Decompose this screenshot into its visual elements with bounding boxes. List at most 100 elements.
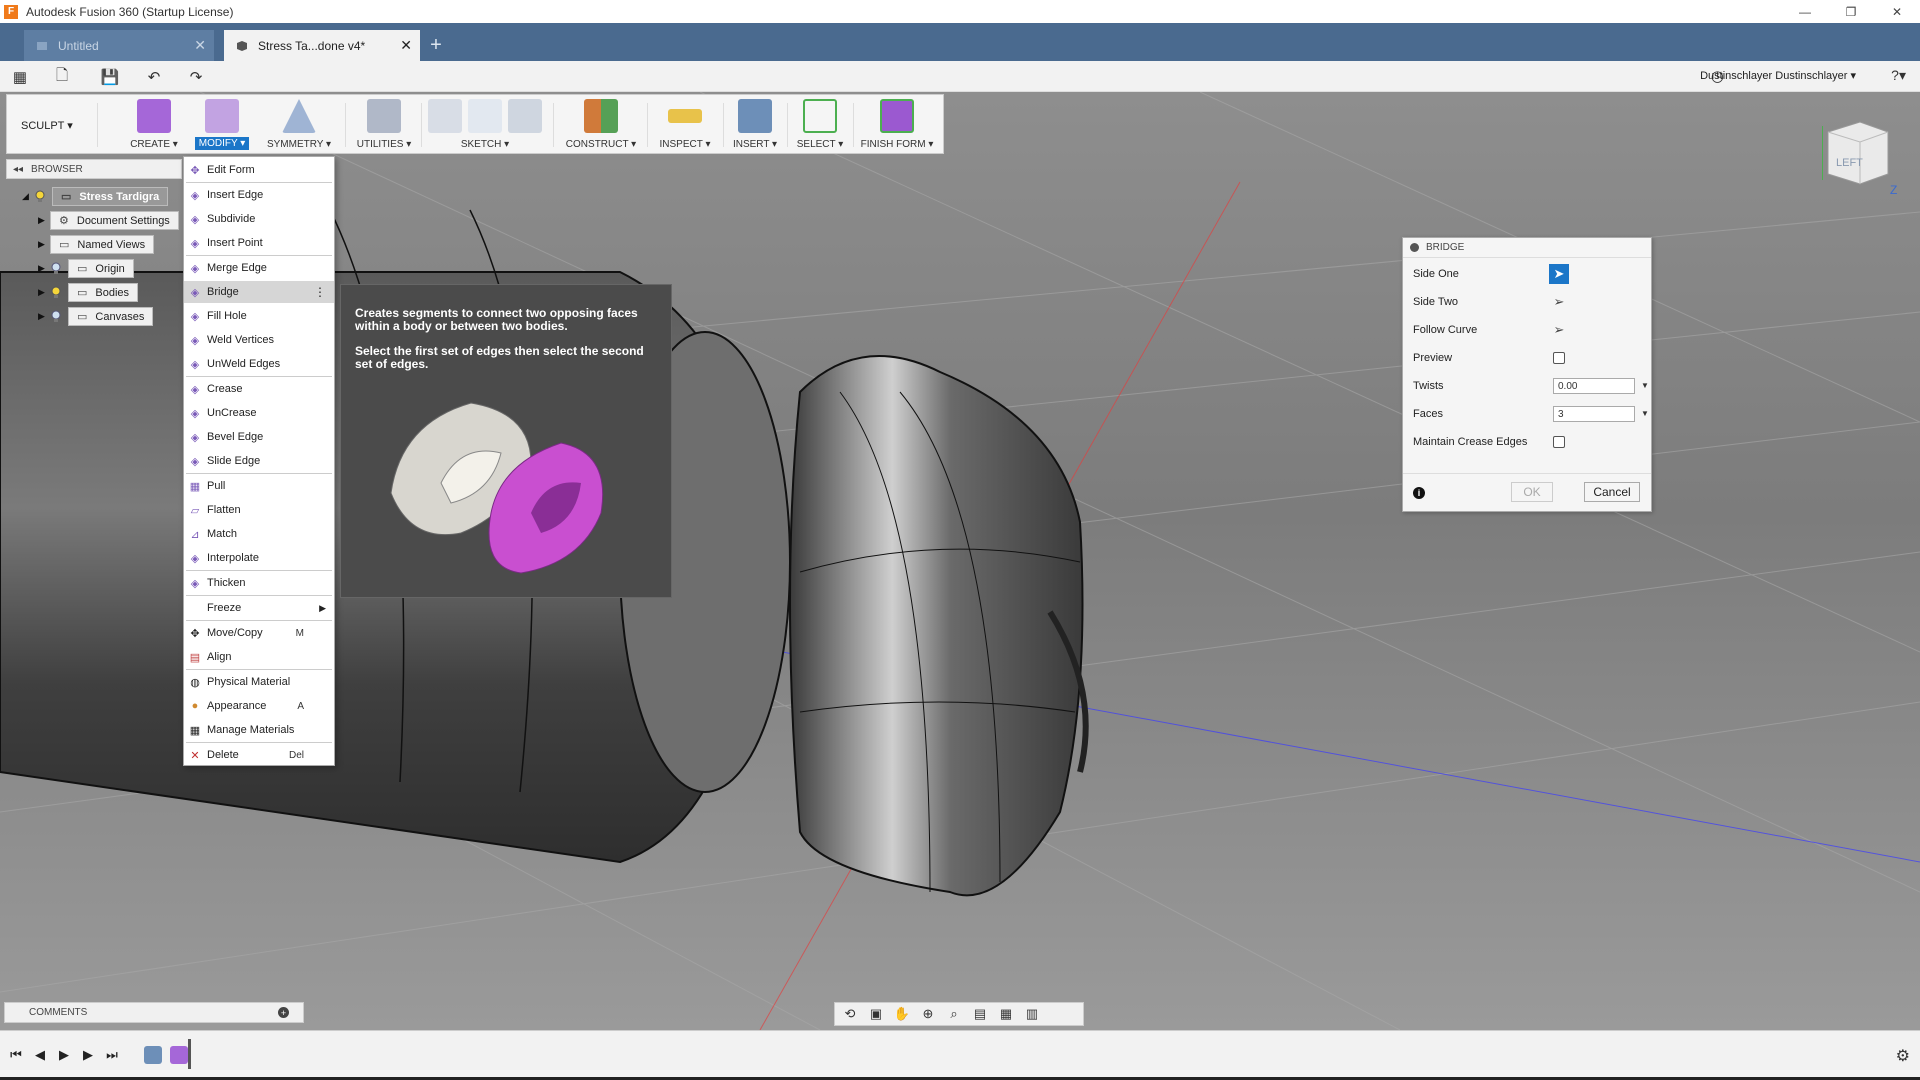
select-group[interactable]: SELECT ▾ (787, 95, 853, 153)
expand-arrow-icon[interactable]: ▶ (38, 287, 50, 298)
collapse-arrow-icon[interactable]: ◢ (22, 191, 34, 202)
comments-panel[interactable]: COMMENTS + (4, 1002, 304, 1023)
maintain-crease-checkbox[interactable] (1553, 436, 1565, 448)
menu-item-appearance[interactable]: ● Appearance A (184, 695, 334, 717)
symmetry-group[interactable]: SYMMETRY ▾ (257, 95, 341, 153)
finish-form-group[interactable]: FINISH FORM ▾ (853, 95, 941, 153)
info-icon[interactable]: i (1413, 487, 1425, 499)
browser-item-root[interactable]: ◢ ▭ Stress Tardigra (22, 187, 169, 206)
expand-arrow-icon[interactable]: ▶ (38, 311, 50, 322)
visibility-bulb-icon[interactable] (34, 190, 46, 204)
menu-item-bevel-edge[interactable]: ◈ Bevel Edge (184, 426, 334, 448)
close-tab-icon[interactable]: ✕ (400, 37, 412, 54)
menu-item-match[interactable]: ⊿ Match (184, 523, 334, 545)
viewcube[interactable]: LEFT Z (1822, 118, 1898, 204)
browser-item-canvases[interactable]: ▶ ▭ Canvases (38, 307, 154, 326)
menu-item-thicken[interactable]: ◈ Thicken (184, 572, 334, 594)
cancel-button[interactable]: Cancel (1584, 482, 1640, 502)
menu-item-fill-hole[interactable]: ◈ Fill Hole (184, 305, 334, 327)
menu-item-manage-materials[interactable]: ▦ Manage Materials (184, 719, 334, 741)
browser-item-bodies[interactable]: ▶ ▭ Bodies (38, 283, 139, 302)
browser-item-origin[interactable]: ▶ ▭ Origin (38, 259, 134, 278)
visibility-bulb-icon[interactable] (50, 262, 62, 276)
menu-item-weld-vertices[interactable]: ◈ Weld Vertices (184, 329, 334, 351)
collapse-dialog-icon[interactable] (1410, 243, 1419, 252)
ok-button[interactable]: OK (1511, 482, 1553, 502)
menu-item-interpolate[interactable]: ◈ Interpolate (184, 547, 334, 569)
menu-item-subdivide[interactable]: ◈ Subdivide (184, 208, 334, 230)
browser-item-named-views[interactable]: ▶ ▭ Named Views (38, 235, 155, 254)
faces-dropdown-icon[interactable]: ▼ (1641, 409, 1649, 418)
fit-icon[interactable]: ⌕ (945, 1006, 963, 1022)
menu-item-move-copy[interactable]: ✥ Move/Copy M (184, 622, 334, 644)
restore-button[interactable]: ❐ (1828, 0, 1874, 23)
save-icon[interactable]: 💾 (100, 67, 120, 87)
insert-group[interactable]: INSERT ▾ (723, 95, 787, 153)
menu-item-delete[interactable]: ✕ Delete Del (184, 744, 334, 766)
timeline-settings-gear-icon[interactable]: ⚙ (1896, 1046, 1910, 1066)
browser-item-document-settings[interactable]: ▶ ⚙ Document Settings (38, 211, 179, 230)
data-panel-grid-icon[interactable]: ▦ (10, 67, 30, 87)
orbit-icon[interactable]: ⟲ (841, 1006, 859, 1022)
zoom-icon[interactable]: ⊕ (919, 1006, 937, 1022)
new-tab-button[interactable]: + (424, 33, 448, 57)
follow-curve-select-button[interactable]: ➢ (1549, 320, 1569, 340)
help-menu[interactable]: ?▾ (1891, 67, 1906, 84)
go-to-end-icon[interactable]: ⏭ (104, 1047, 120, 1063)
browser-panel-header[interactable]: ◂◂ BROWSER (6, 159, 182, 179)
menu-item-align[interactable]: ▤ Align (184, 646, 334, 668)
close-window-button[interactable]: ✕ (1874, 0, 1920, 23)
dialog-header[interactable]: BRIDGE (1403, 238, 1651, 258)
collapse-panel-icon[interactable]: ◂◂ (13, 164, 23, 175)
menu-item-insert-edge[interactable]: ◈ Insert Edge (184, 184, 334, 206)
timeline-marker[interactable] (188, 1039, 191, 1069)
faces-input[interactable] (1553, 406, 1635, 422)
close-tab-icon[interactable]: ✕ (194, 37, 206, 54)
display-settings-icon[interactable]: ▤ (971, 1006, 989, 1022)
menu-item-slide-edge[interactable]: ◈ Slide Edge (184, 450, 334, 472)
menu-item-uncrease[interactable]: ◈ UnCrease (184, 402, 334, 424)
step-back-icon[interactable]: ◀ (32, 1047, 48, 1063)
menu-item-bridge[interactable]: ◈ Bridge ⋮ (184, 281, 334, 303)
add-comment-icon[interactable]: + (278, 1007, 289, 1018)
more-options-icon[interactable]: ⋮ (314, 285, 326, 299)
visibility-bulb-icon[interactable] (50, 286, 62, 300)
minimize-button[interactable]: — (1782, 0, 1828, 23)
workspace-switcher[interactable]: SCULPT ▾ (21, 119, 73, 132)
side-one-select-button[interactable]: ➤ (1549, 264, 1569, 284)
timeline-canvas-feature-icon[interactable] (144, 1046, 162, 1064)
expand-arrow-icon[interactable]: ▶ (38, 263, 50, 274)
sketch-group[interactable]: SKETCH ▾ (421, 95, 549, 153)
go-to-start-icon[interactable]: ⏮ (8, 1047, 24, 1063)
undo-icon[interactable]: ↶ (144, 67, 164, 87)
menu-item-merge-edge[interactable]: ◈ Merge Edge (184, 257, 334, 279)
visibility-bulb-icon[interactable] (50, 310, 62, 324)
construct-group[interactable]: CONSTRUCT ▾ (555, 95, 647, 153)
play-icon[interactable]: ▶ (56, 1047, 72, 1063)
menu-item-flatten[interactable]: ▱ Flatten (184, 499, 334, 521)
tab-stress-tardigrade[interactable]: Stress Ta...done v4* ✕ (224, 30, 420, 61)
menu-item-pull[interactable]: ▦ Pull (184, 475, 334, 497)
twists-dropdown-icon[interactable]: ▼ (1641, 381, 1649, 390)
modify-group[interactable]: MODIFY ▾ (187, 95, 257, 153)
menu-item-physical-material[interactable]: ◍ Physical Material (184, 671, 334, 693)
redo-icon[interactable]: ↷ (186, 67, 206, 87)
look-at-icon[interactable]: ▣ (867, 1006, 885, 1022)
menu-item-freeze[interactable]: Freeze ▶ (184, 597, 334, 619)
tab-untitled[interactable]: Untitled ✕ (24, 30, 214, 61)
inspect-group[interactable]: INSPECT ▾ (647, 95, 723, 153)
head-body[interactable] (789, 355, 1084, 897)
timeline-form-feature-icon[interactable] (170, 1046, 188, 1064)
viewports-icon[interactable]: ▥ (1023, 1006, 1041, 1022)
menu-item-insert-point[interactable]: ◈ Insert Point (184, 232, 334, 254)
utilities-group[interactable]: UTILITIES ▾ (347, 95, 421, 153)
expand-arrow-icon[interactable]: ▶ (38, 239, 50, 250)
preview-checkbox[interactable] (1553, 352, 1565, 364)
create-group[interactable]: CREATE ▾ (117, 95, 191, 153)
menu-item-edit-form[interactable]: ✥ Edit Form (184, 159, 334, 181)
twists-input[interactable] (1553, 378, 1635, 394)
file-menu-icon[interactable]: 🗋 (52, 67, 72, 87)
pan-hand-icon[interactable]: ✋ (893, 1006, 911, 1022)
menu-item-unweld-edges[interactable]: ◈ UnWeld Edges (184, 353, 334, 375)
grid-settings-icon[interactable]: ▦ (997, 1006, 1015, 1022)
